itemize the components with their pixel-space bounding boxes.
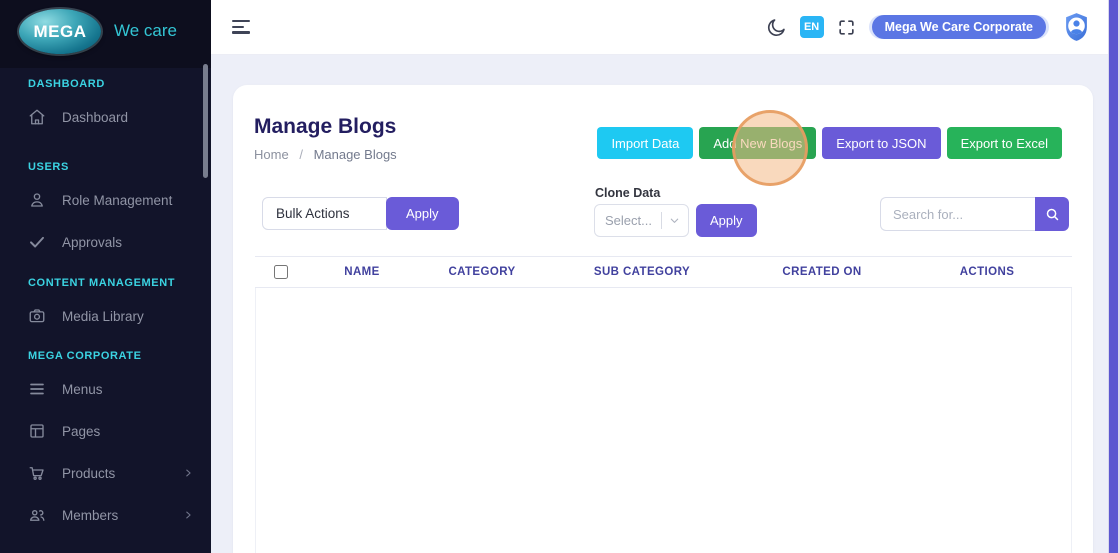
language-badge[interactable]: EN xyxy=(800,16,824,38)
user-icon xyxy=(28,191,46,209)
brand-tagline: We care xyxy=(114,21,177,41)
select-divider xyxy=(661,212,662,229)
col-header-name: NAME xyxy=(307,266,417,278)
export-json-button[interactable]: Export to JSON xyxy=(822,127,940,159)
breadcrumb-current: Manage Blogs xyxy=(314,147,397,162)
mega-logo-ellipse: MEGA xyxy=(19,9,101,54)
breadcrumb-home[interactable]: Home xyxy=(254,147,289,162)
section-content-management: CONTENT MANAGEMENT xyxy=(28,274,201,292)
avatar-shield-icon[interactable] xyxy=(1062,12,1091,42)
fullscreen-icon[interactable] xyxy=(837,18,856,37)
col-header-sub-category: SUB CATEGORY xyxy=(547,266,737,278)
add-new-blogs-button[interactable]: Add New Blogs xyxy=(699,127,816,159)
clone-data-label: Clone Data xyxy=(595,186,660,200)
sidebar-item-label: Media Library xyxy=(62,309,144,324)
section-mega-corporate: MEGA CORPORATE xyxy=(28,347,201,365)
sidebar-item-label: Pages xyxy=(62,424,100,439)
clone-apply-button[interactable]: Apply xyxy=(696,204,757,237)
export-excel-button[interactable]: Export to Excel xyxy=(947,127,1062,159)
clone-data-select[interactable]: Select... xyxy=(594,204,689,237)
search-input[interactable] xyxy=(880,197,1035,231)
import-data-button[interactable]: Import Data xyxy=(597,127,693,159)
sidebar-item-dashboard[interactable]: Dashboard xyxy=(0,96,207,138)
section-users: USERS xyxy=(28,158,201,176)
breadcrumb-separator: / xyxy=(299,147,303,162)
sidebar-item-partial[interactable] xyxy=(0,536,207,553)
sidebar: MEGA We care DASHBOARD Dashboard USERS R… xyxy=(0,0,211,553)
cart-icon xyxy=(28,464,46,482)
camera-icon xyxy=(28,307,46,325)
home-icon xyxy=(28,108,46,126)
sidebar-item-role-management[interactable]: Role Management xyxy=(0,179,207,221)
account-button-label: Mega We Care Corporate xyxy=(872,15,1046,39)
topbar: EN Mega We Care Corporate xyxy=(211,0,1108,55)
sidebar-item-products[interactable]: Products xyxy=(0,452,207,494)
bulk-apply-button[interactable]: Apply xyxy=(386,197,459,230)
chevron-right-icon xyxy=(183,510,193,520)
page-scrollbar[interactable] xyxy=(1108,0,1120,553)
brand-logo[interactable]: MEGA We care xyxy=(0,0,211,68)
sidebar-item-label: Menus xyxy=(62,382,103,397)
app-window: MEGA We care DASHBOARD Dashboard USERS R… xyxy=(0,0,1120,553)
sidebar-item-approvals[interactable]: Approvals xyxy=(0,221,207,263)
col-header-actions: ACTIONS xyxy=(907,266,1067,278)
table-header-row: NAME CATEGORY SUB CATEGORY CREATED ON AC… xyxy=(255,256,1072,288)
table-body-empty xyxy=(255,288,1072,553)
sidebar-item-menus[interactable]: Menus xyxy=(0,368,207,410)
search-icon xyxy=(1045,207,1060,222)
brand-name: MEGA xyxy=(34,22,87,42)
select-all-checkbox[interactable] xyxy=(274,265,288,279)
page-title: Manage Blogs xyxy=(254,115,396,139)
sidebar-scrollbar[interactable] xyxy=(203,64,208,178)
blogs-table: NAME CATEGORY SUB CATEGORY CREATED ON AC… xyxy=(255,256,1072,553)
search-group xyxy=(880,197,1069,231)
bulk-actions-group: Bulk Actions Apply xyxy=(262,197,459,230)
chevron-right-icon xyxy=(183,468,193,478)
select-all-cell xyxy=(255,265,307,279)
col-header-created-on: CREATED ON xyxy=(737,266,907,278)
search-button[interactable] xyxy=(1035,197,1069,231)
page-scrollbar-thumb[interactable] xyxy=(1109,0,1118,553)
dark-mode-toggle[interactable] xyxy=(766,17,787,38)
sidebar-toggle-button[interactable] xyxy=(232,20,250,34)
sidebar-item-label: Dashboard xyxy=(62,110,128,125)
clone-select-value: Select... xyxy=(605,213,661,228)
layout-icon xyxy=(28,422,46,440)
check-icon xyxy=(28,233,46,251)
sidebar-item-label: Approvals xyxy=(62,235,122,250)
section-dashboard: DASHBOARD xyxy=(28,75,201,93)
col-header-category: CATEGORY xyxy=(417,266,547,278)
breadcrumb: Home / Manage Blogs xyxy=(254,147,397,162)
sidebar-item-label: Products xyxy=(62,466,115,481)
sidebar-item-label: Members xyxy=(62,508,118,523)
manage-blogs-card: Manage Blogs Home / Manage Blogs Import … xyxy=(233,85,1093,553)
toolbar: Import Data Add New Blogs Export to JSON… xyxy=(597,127,1062,159)
members-icon xyxy=(28,506,46,524)
sidebar-item-members[interactable]: Members xyxy=(0,494,207,536)
sidebar-item-label: Role Management xyxy=(62,193,172,208)
account-button[interactable]: Mega We Care Corporate xyxy=(869,15,1049,39)
chevron-down-icon xyxy=(669,215,680,226)
bulk-actions-select[interactable]: Bulk Actions xyxy=(262,197,387,230)
sidebar-item-media-library[interactable]: Media Library xyxy=(0,295,207,337)
clone-data-group: Select... Apply xyxy=(594,204,757,237)
sidebar-item-pages[interactable]: Pages xyxy=(0,410,207,452)
menu-lines-icon xyxy=(28,380,46,398)
